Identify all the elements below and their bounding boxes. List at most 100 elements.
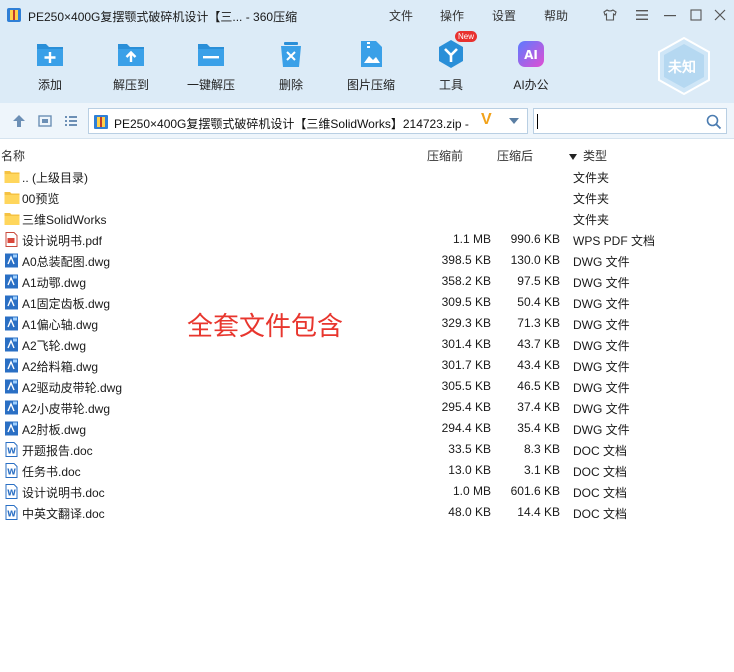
file-row[interactable]: A2驱动皮带轮.dwg 305.5 KB 46.5 KB DWG 文件 — [0, 376, 734, 397]
svg-text:W: W — [7, 510, 16, 519]
folder-icon — [4, 211, 20, 226]
file-name: 设计说明书.doc — [22, 486, 105, 500]
extract-to-icon — [118, 44, 144, 66]
minimize-icon[interactable] — [660, 5, 680, 25]
dwg-icon — [4, 295, 20, 310]
app-logo-icon — [7, 8, 21, 22]
file-type: DWG 文件 — [573, 360, 630, 374]
file-row[interactable]: .. (上级目录) 文件夹 — [0, 166, 734, 187]
file-row[interactable]: A1动鄂.dwg 358.2 KB 97.5 KB DWG 文件 — [0, 271, 734, 292]
image-compress-label: 图片压缩 — [346, 78, 395, 92]
extract-to-button[interactable]: 解压到 — [99, 38, 163, 96]
file-type: DWG 文件 — [573, 297, 630, 311]
verified-icon: V — [481, 111, 492, 128]
file-compressed-size: 130.0 KB — [510, 253, 560, 267]
shirt-icon[interactable] — [600, 5, 620, 25]
tools-button[interactable]: New 工具 — [419, 31, 483, 96]
menu-operation[interactable]: 操作 — [440, 7, 464, 24]
file-size: 295.4 KB — [441, 400, 491, 414]
column-header-size[interactable]: 压缩前 — [427, 147, 463, 164]
new-badge: New — [455, 31, 478, 42]
file-row[interactable]: A0总装配图.dwg 398.5 KB 130.0 KB DWG 文件 — [0, 250, 734, 271]
thumbnail-view-icon[interactable] — [38, 114, 52, 128]
file-type: DOC 文档 — [573, 486, 628, 500]
status-badge[interactable]: 未知 — [655, 36, 713, 96]
file-size: 309.5 KB — [441, 295, 491, 309]
address-path-field[interactable]: PE250×400G复摆颚式破碎机设计【三维SolidWorks】214723.… — [88, 108, 528, 134]
column-header-name[interactable]: 名称 — [1, 147, 25, 164]
file-name: 三维SolidWorks — [22, 213, 107, 227]
file-row[interactable]: 00预览 文件夹 — [0, 187, 734, 208]
file-compressed-size: 14.4 KB — [517, 505, 560, 519]
ai-office-icon: AI — [518, 41, 544, 67]
file-compressed-size: 601.6 KB — [510, 484, 560, 498]
close-icon[interactable] — [710, 5, 730, 25]
ai-office-label: AI办公 — [513, 78, 549, 92]
add-button[interactable]: 添加 — [18, 38, 82, 96]
file-compressed-size: 35.4 KB — [517, 421, 560, 435]
ai-office-button[interactable]: AI AI办公 — [499, 38, 563, 96]
dwg-icon — [4, 253, 20, 268]
list-view-icon[interactable] — [64, 114, 78, 128]
file-size: 305.5 KB — [441, 379, 491, 393]
file-row[interactable]: W 任务书.doc 13.0 KB 3.1 KB DOC 文档 — [0, 460, 734, 481]
file-name: 设计说明书.pdf — [22, 234, 103, 248]
file-size: 48.0 KB — [448, 505, 491, 519]
column-header-type[interactable]: 类型 — [569, 147, 607, 164]
search-icon[interactable] — [706, 114, 722, 130]
search-input[interactable] — [533, 108, 727, 134]
file-name: A2驱动皮带轮.dwg — [22, 381, 123, 395]
file-size: 329.3 KB — [441, 316, 491, 330]
file-size: 398.5 KB — [441, 253, 491, 267]
file-row[interactable]: A2小皮带轮.dwg 295.4 KB 37.4 KB DWG 文件 — [0, 397, 734, 418]
file-type: DWG 文件 — [573, 339, 630, 353]
file-row[interactable]: W 设计说明书.doc 1.0 MB 601.6 KB DOC 文档 — [0, 481, 734, 502]
delete-button[interactable]: 删除 — [259, 38, 323, 96]
up-arrow-icon[interactable] — [12, 114, 26, 128]
column-header-type-label: 类型 — [583, 149, 608, 163]
file-size: 13.0 KB — [448, 463, 491, 477]
file-row[interactable]: A1偏心轴.dwg 329.3 KB 71.3 KB DWG 文件 — [0, 313, 734, 334]
folder-icon — [4, 190, 20, 205]
doc-icon: W — [4, 442, 20, 457]
one-click-extract-button[interactable]: 一键解压 — [179, 38, 243, 96]
menu-help[interactable]: 帮助 — [544, 7, 568, 24]
file-name: A1动鄂.dwg — [22, 276, 87, 290]
file-row[interactable]: 三维SolidWorks 文件夹 — [0, 208, 734, 229]
file-row[interactable]: A2肘板.dwg 294.4 KB 35.4 KB DWG 文件 — [0, 418, 734, 439]
file-type: 文件夹 — [573, 171, 610, 185]
file-row[interactable]: A2飞轮.dwg 301.4 KB 43.7 KB DWG 文件 — [0, 334, 734, 355]
file-compressed-size: 43.7 KB — [517, 337, 560, 351]
image-compress-button[interactable]: 图片压缩 — [339, 38, 403, 96]
file-type: WPS PDF 文档 — [573, 234, 656, 248]
file-name: A0总装配图.dwg — [22, 255, 111, 269]
chevron-down-icon[interactable] — [509, 118, 519, 124]
file-row[interactable]: W 中英文翻译.doc 48.0 KB 14.4 KB DOC 文档 — [0, 502, 734, 523]
file-row[interactable]: A2给料箱.dwg 301.7 KB 43.4 KB DWG 文件 — [0, 355, 734, 376]
file-compressed-size: 50.4 KB — [517, 295, 560, 309]
dwg-icon — [4, 379, 20, 394]
file-size: 301.4 KB — [441, 337, 491, 351]
file-row[interactable]: 设计说明书.pdf 1.1 MB 990.6 KB WPS PDF 文档 — [0, 229, 734, 250]
file-compressed-size: 8.3 KB — [523, 442, 560, 456]
window-title: PE250×400G复摆颚式破碎机设计【三... - 360压缩 — [28, 10, 298, 24]
dwg-icon — [4, 400, 20, 415]
maximize-icon[interactable] — [686, 5, 706, 25]
menu-settings[interactable]: 设置 — [492, 7, 516, 24]
overlay-caption: 全套文件包含 — [187, 312, 344, 342]
file-row[interactable]: A1固定齿板.dwg 309.5 KB 50.4 KB DWG 文件 — [0, 292, 734, 313]
column-header-compressed[interactable]: 压缩后 — [497, 147, 533, 164]
file-name: .. (上级目录) — [22, 171, 88, 185]
file-size: 294.4 KB — [441, 421, 491, 435]
file-compressed-size: 46.5 KB — [517, 379, 560, 393]
menu-file[interactable]: 文件 — [389, 7, 413, 24]
file-type: 文件夹 — [573, 213, 610, 227]
dwg-icon — [4, 358, 20, 373]
address-bar-row: PE250×400G复摆颚式破碎机设计【三维SolidWorks】214723.… — [0, 103, 734, 139]
file-type: DWG 文件 — [573, 255, 630, 269]
file-row[interactable]: W 开题报告.doc 33.5 KB 8.3 KB DOC 文档 — [0, 439, 734, 460]
menu-icon[interactable] — [632, 5, 652, 25]
one-click-extract-label: 一键解压 — [186, 78, 235, 92]
doc-icon: W — [4, 484, 20, 499]
file-compressed-size: 43.4 KB — [517, 358, 560, 372]
